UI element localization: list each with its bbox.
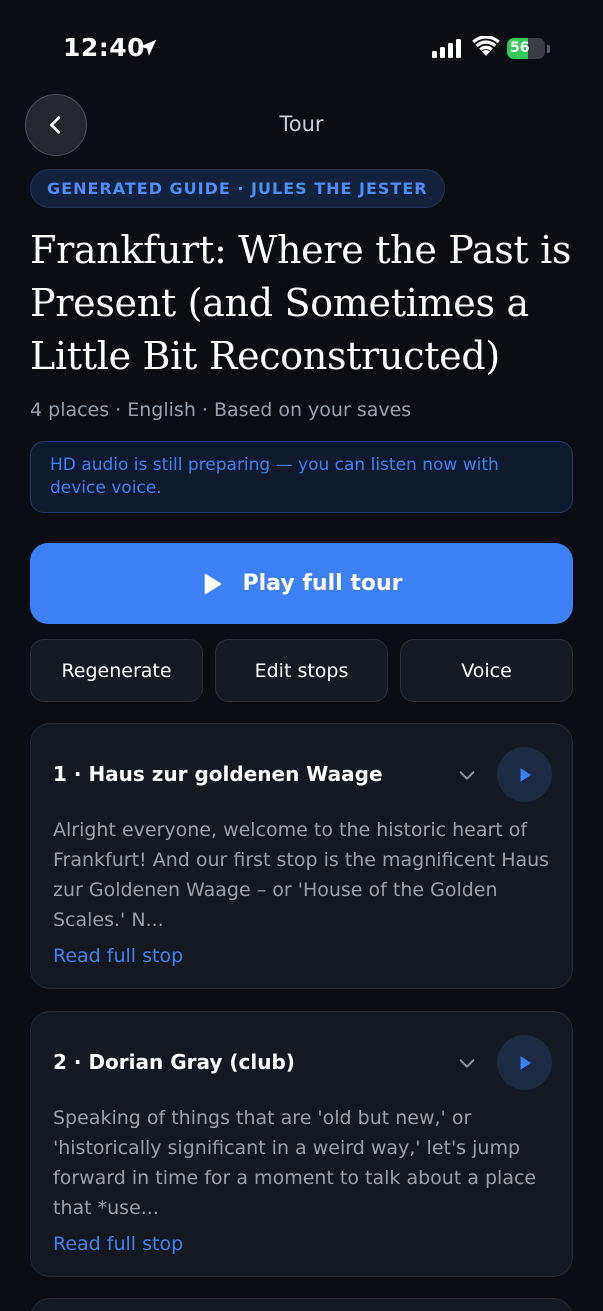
play-full-tour-button[interactable]: Play full tour — [30, 543, 573, 624]
stop-excerpt: Alright everyone, welcome to the histori… — [53, 819, 550, 931]
nav-title: Tour — [279, 112, 324, 136]
regenerate-button[interactable]: Regenerate — [30, 639, 203, 702]
play-icon — [520, 1055, 531, 1070]
stop-title: 1 · Haus zur goldenen Waage — [53, 762, 383, 786]
battery-percent: 56 — [510, 40, 530, 56]
status-time: 12:40 — [63, 33, 146, 62]
read-full-stop-link[interactable]: Read full stop — [53, 945, 183, 967]
wifi-icon — [472, 36, 500, 56]
stop-play-button[interactable] — [497, 1035, 552, 1090]
edit-stops-button[interactable]: Edit stops — [215, 639, 388, 702]
page-title: Frankfurt: Where the Past is Present (an… — [30, 228, 572, 378]
voice-button[interactable]: Voice — [400, 639, 573, 702]
location-arrow-icon — [139, 39, 157, 56]
stop-title: 2 · Dorian Gray (club) — [53, 1050, 295, 1074]
stop-play-button[interactable] — [497, 747, 552, 802]
status-bar: 12:40 56 — [0, 0, 603, 96]
chevron-down-icon[interactable] — [456, 764, 478, 786]
battery-icon: 56 — [507, 38, 550, 60]
stop-card: 2 · Dorian Gray (club) Speaking of thing… — [30, 1011, 573, 1277]
chevron-down-icon[interactable] — [456, 1052, 478, 1074]
play-full-tour-label: Play full tour — [242, 571, 403, 596]
stop-card: 1 · Haus zur goldenen Waage Alright ever… — [30, 723, 573, 989]
stop-card-peek — [30, 1298, 573, 1311]
play-icon — [204, 573, 221, 594]
audio-notice: HD audio is still preparing — you can li… — [30, 441, 573, 513]
stop-excerpt: Speaking of things that are 'old but new… — [53, 1107, 537, 1219]
cellular-signal-icon — [432, 38, 461, 58]
play-icon — [520, 767, 531, 782]
read-full-stop-link[interactable]: Read full stop — [53, 1233, 183, 1255]
guide-tag-badge: GENERATED GUIDE · JULES THE JESTER — [30, 169, 445, 208]
tour-meta: 4 places · English · Based on your saves — [30, 399, 412, 421]
